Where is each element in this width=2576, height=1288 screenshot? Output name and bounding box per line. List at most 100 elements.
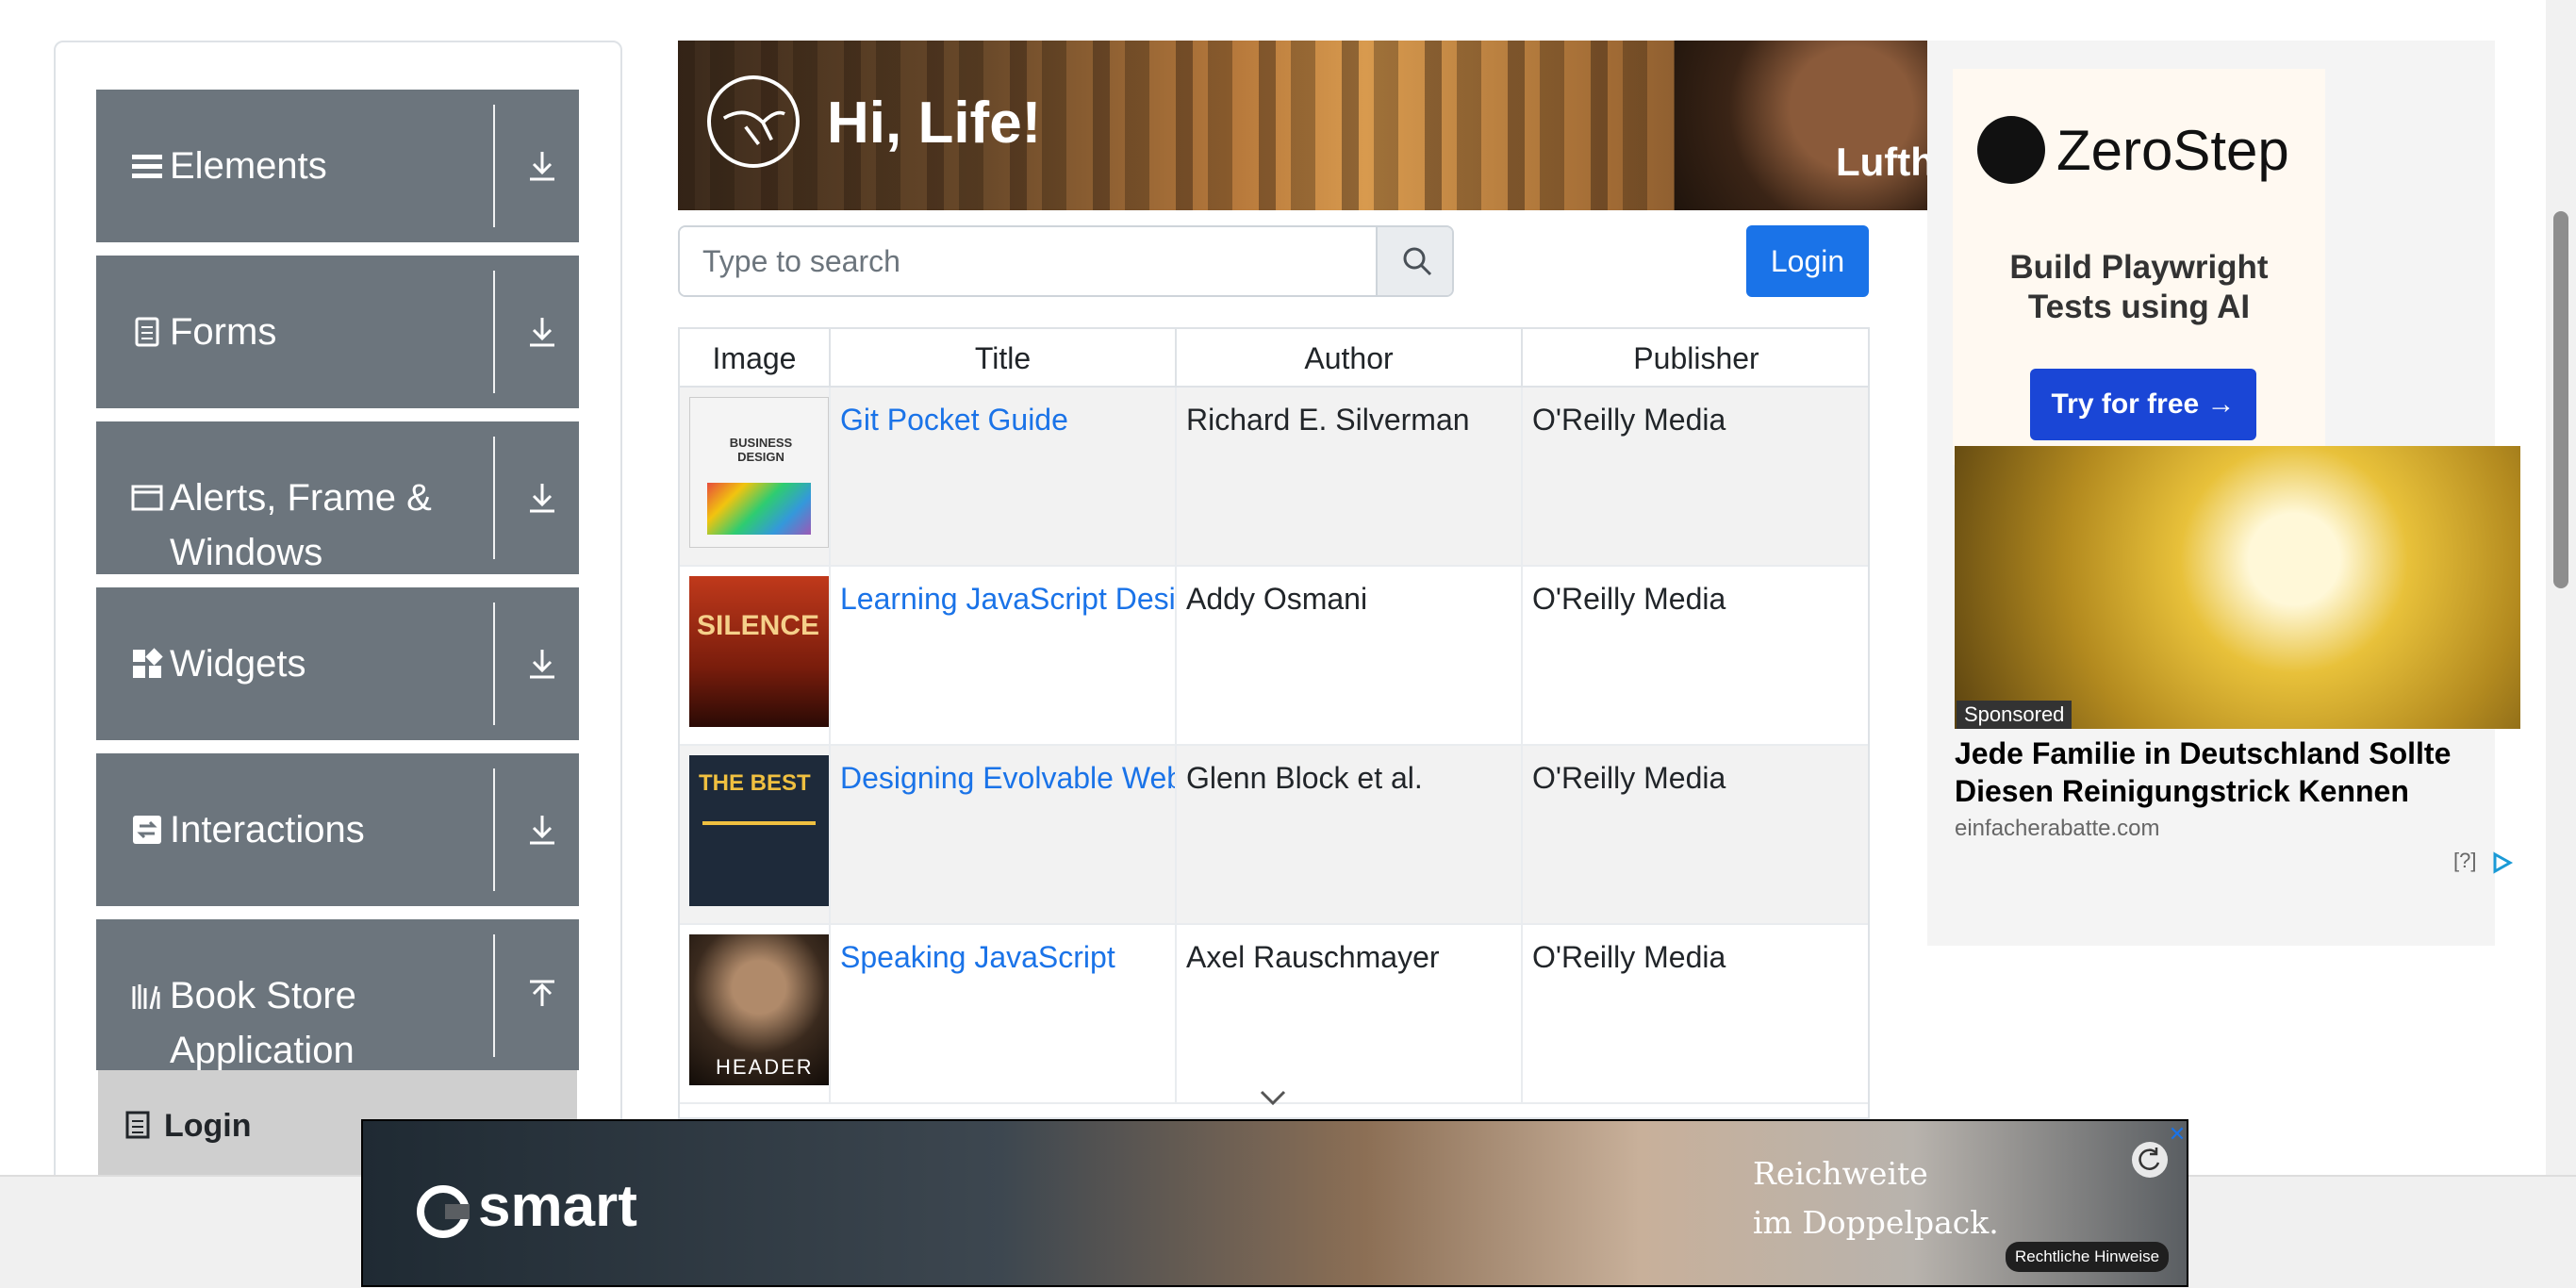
ad-text-line2: im Doppelpack.: [1753, 1204, 1999, 1241]
zerostep-logo-icon: [1977, 116, 2045, 184]
download-icon: [530, 152, 554, 181]
sponsored-domain: einfacherabatte.com: [1955, 816, 2160, 841]
banner-brand: Lufth: [1836, 140, 1927, 184]
login-item-icon: [125, 1111, 150, 1139]
sidebar-group-label: Widgets: [170, 643, 306, 685]
table-row: HEADER Speaking JavaScript Axel Rauschma…: [680, 925, 1868, 1104]
image-cell: HEADER: [680, 925, 831, 1104]
book-author: Glenn Block et al.: [1186, 761, 1423, 795]
legal-notice-button[interactable]: Rechtliche Hinweise: [2006, 1242, 2170, 1272]
smart-logo-icon: [417, 1185, 470, 1238]
column-header-title[interactable]: Title: [831, 329, 1177, 388]
upload-icon: [530, 980, 554, 1006]
book-cover[interactable]: SILENCE: [689, 576, 829, 727]
hamburger-icon: [132, 155, 162, 178]
publisher-cell: O'Reilly Media: [1523, 567, 1868, 746]
download-icon: [530, 816, 554, 845]
zerostep-ad[interactable]: ZeroStep Build Playwright Tests using AI…: [1953, 69, 2325, 465]
scrollbar-thumb[interactable]: [2553, 211, 2568, 588]
author-cell: Glenn Block et al.: [1177, 746, 1523, 925]
column-header-publisher[interactable]: Publisher: [1523, 329, 1868, 388]
download-icon: [530, 318, 554, 347]
book-title-link[interactable]: Learning JavaScript Desi: [840, 582, 1175, 617]
zerostep-brand: ZeroStep: [2056, 119, 2289, 182]
search-group: [678, 225, 1454, 297]
book-cover[interactable]: HEADER: [689, 934, 829, 1085]
book-publisher: O'Reilly Media: [1532, 761, 1726, 795]
scrollbar[interactable]: [2546, 0, 2576, 1175]
side-ad[interactable]: ZeroStep Build Playwright Tests using AI…: [1927, 41, 2520, 946]
book-author: Axel Rauschmayer: [1186, 940, 1440, 974]
sponsored-label: Sponsored: [1957, 701, 2072, 729]
table-row: SILENCE Learning JavaScript Desi Addy Os…: [680, 567, 1868, 746]
sidebar-group-interactions[interactable]: Interactions: [96, 753, 579, 906]
bottom-ad-banner[interactable]: smart Reichweite im Doppelpack. Rechtlic…: [361, 1119, 2188, 1287]
widgets-icon: [133, 648, 163, 678]
smart-brand: smart: [478, 1174, 637, 1239]
author-cell: Addy Osmani: [1177, 567, 1523, 746]
books-table: Image Title Author Publisher BUSINESS DE…: [678, 327, 1870, 1119]
sidebar-group-book-store[interactable]: Book Store Application: [96, 919, 579, 1071]
ad-text: Reichweite im Doppelpack.: [1753, 1149, 1999, 1247]
divider: [493, 105, 495, 227]
image-cell: SILENCE: [680, 567, 831, 746]
table-row: THE BEST Designing Evolvable Web Glenn B…: [680, 746, 1868, 925]
column-header-image[interactable]: Image: [680, 329, 831, 388]
sidebar: Elements Forms Alerts, Frame & Windows W…: [54, 41, 622, 1266]
search-input[interactable]: [680, 227, 1378, 295]
book-author: Richard E. Silverman: [1186, 403, 1470, 437]
chevron-down-icon[interactable]: [1254, 1084, 1292, 1113]
banner-greeting: Hi, Life!: [827, 91, 1042, 156]
adchoices-icon[interactable]: [2489, 850, 2514, 875]
cover-art: [702, 821, 816, 825]
search-icon: [1403, 247, 1432, 276]
book-cover-text: SILENCE: [697, 610, 820, 641]
book-author: Addy Osmani: [1186, 582, 1368, 616]
sponsored-headline[interactable]: Jede Familie in Deutschland Sollte Diese…: [1955, 735, 2511, 810]
login-button[interactable]: Login: [1746, 225, 1869, 297]
divider: [493, 934, 495, 1057]
search-button[interactable]: [1376, 227, 1452, 295]
book-publisher: O'Reilly Media: [1532, 403, 1726, 437]
book-title-link[interactable]: Designing Evolvable Web: [840, 761, 1175, 796]
sidebar-group-forms[interactable]: Forms: [96, 256, 579, 408]
sidebar-group-label: Interactions: [170, 809, 365, 850]
sidebar-group-label-line2: Windows: [170, 532, 323, 573]
try-for-free-button[interactable]: Try for free →: [2030, 369, 2256, 440]
column-header-author[interactable]: Author: [1177, 329, 1523, 388]
sidebar-group-label: Alerts, Frame &: [170, 477, 432, 519]
download-icon: [530, 484, 554, 513]
document-icon: [135, 317, 159, 347]
crane-logo-icon: [707, 75, 800, 168]
book-cover-text: BUSINESS DESIGN: [729, 436, 793, 464]
sidebar-group-widgets[interactable]: Widgets: [96, 587, 579, 740]
close-icon[interactable]: ✕: [2164, 1121, 2190, 1148]
cover-art: [707, 483, 811, 535]
header-banner: Hi, Life! Lufth: [678, 41, 1927, 210]
book-title-link[interactable]: Git Pocket Guide: [840, 403, 1068, 438]
interactions-icon: [133, 816, 161, 844]
sidebar-group-label: Elements: [170, 145, 327, 187]
sidebar-group-alerts-frame-windows[interactable]: Alerts, Frame & Windows: [96, 421, 579, 574]
ad-info-link[interactable]: [?]: [2453, 849, 2476, 873]
sidebar-item-label: Login: [164, 1108, 252, 1144]
sidebar-group-elements[interactable]: Elements: [96, 90, 579, 242]
banner-people-image: [1675, 41, 1927, 210]
title-cell: Designing Evolvable Web: [831, 746, 1177, 925]
book-publisher: O'Reilly Media: [1532, 940, 1726, 974]
sidebar-group-label: Forms: [170, 311, 277, 353]
download-icon: [530, 650, 554, 679]
zerostep-tagline: Build Playwright Tests using AI: [2009, 249, 2269, 325]
sponsored-image[interactable]: [1955, 446, 2520, 729]
book-cover[interactable]: THE BEST: [689, 755, 829, 906]
sidebar-group-label: Book Store: [170, 975, 356, 1016]
ad-text-line1: Reichweite: [1753, 1155, 1928, 1192]
table-row: BUSINESS DESIGN Git Pocket Guide Richard…: [680, 388, 1868, 567]
book-cover-text: HEADER: [716, 1055, 814, 1079]
book-cover[interactable]: BUSINESS DESIGN: [689, 397, 829, 548]
book-title-link[interactable]: Speaking JavaScript: [840, 940, 1115, 975]
reload-icon[interactable]: [2132, 1142, 2168, 1178]
author-cell: Axel Rauschmayer: [1177, 925, 1523, 1104]
divider: [493, 768, 495, 891]
book-cover-text: THE BEST: [699, 770, 811, 796]
